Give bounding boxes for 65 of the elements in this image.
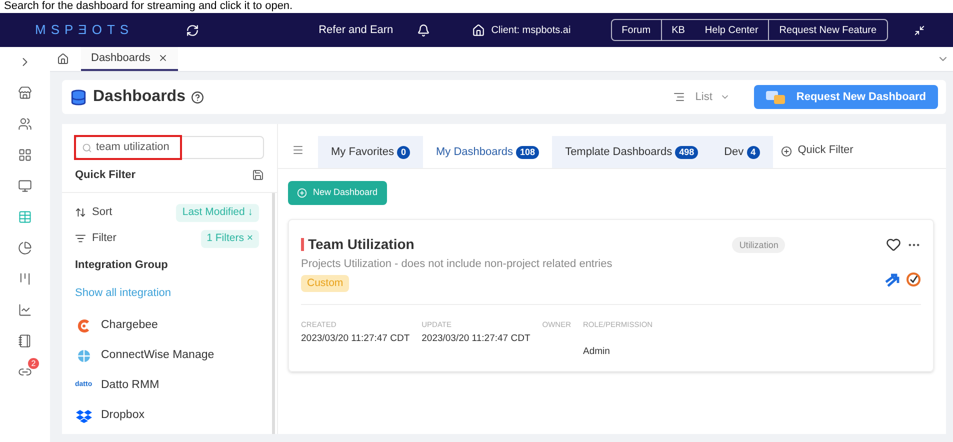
home-icon[interactable]	[57, 53, 69, 65]
chat-icon	[766, 90, 786, 104]
integration-item[interactable]: Datto RMM	[101, 376, 160, 394]
count-badge: 498	[675, 146, 698, 158]
refer-link[interactable]: Refer and Earn	[318, 22, 394, 38]
client-label[interactable]: Client: mspbots.ai	[491, 22, 571, 38]
pie-chart-icon[interactable]	[18, 241, 32, 255]
notification-badge: 2	[28, 358, 39, 369]
quick-filter-title: Quick Filter	[75, 168, 136, 183]
users-icon[interactable]	[18, 117, 32, 131]
header-link[interactable]: Forum	[612, 20, 662, 40]
monitor-icon[interactable]	[18, 179, 32, 193]
field-value: Admin	[583, 344, 610, 359]
count-badge: 108	[516, 146, 540, 158]
database-icon	[70, 88, 87, 106]
header-link[interactable]: KB	[662, 20, 695, 40]
count-badge: 4	[746, 146, 760, 158]
logo: MSPƎOTS	[35, 21, 134, 40]
line-chart-icon[interactable]	[18, 303, 32, 317]
double-arrow-icon	[885, 272, 900, 286]
caption: Search for the dashboard for streaming and click it to open.	[4, 0, 293, 13]
field-value: 2023/03/20 11:27:47 CDT	[422, 332, 530, 346]
globe-logo-icon	[77, 348, 91, 362]
filter-label: Filter	[92, 231, 116, 246]
header-link[interactable]: Help Center	[694, 20, 770, 40]
card-description: Projects Utilization - does not include non-project related entries	[301, 257, 612, 272]
chargebee-logo-icon	[77, 318, 91, 332]
integration-item[interactable]: Chargebee	[101, 316, 158, 334]
save-icon[interactable]	[252, 169, 264, 182]
sort-icon	[75, 207, 86, 218]
integration-item[interactable]: Dropbox	[101, 406, 144, 424]
filter-icon	[75, 233, 86, 244]
search-field[interactable]: team utilization	[75, 136, 264, 159]
search-icon	[82, 142, 92, 152]
integration-item[interactable]: ConnectWise Manage	[101, 346, 214, 364]
dropbox-logo-icon	[76, 408, 92, 422]
custom-badge: Custom	[301, 274, 350, 292]
dashboard-tab[interactable]: My Favorites 0	[318, 136, 423, 168]
dashboard-tab[interactable]: Template Dashboards 498	[552, 136, 712, 168]
view-dropdown[interactable]: List	[695, 88, 730, 106]
page-title: Dashboards	[93, 87, 186, 107]
dashboard-tab[interactable]: Dev 4	[711, 136, 773, 168]
count-badge: 0	[396, 146, 410, 158]
card-title: Team Utilization	[308, 235, 414, 254]
field-value: 2023/03/20 11:27:47 CDT	[301, 332, 410, 346]
add-icon	[297, 188, 307, 198]
store-icon[interactable]	[18, 86, 32, 100]
collapse-icon[interactable]	[914, 24, 925, 36]
page-tab[interactable]: Dashboards	[81, 47, 178, 71]
refresh-icon[interactable]	[186, 24, 199, 36]
grid-icon[interactable]	[18, 148, 32, 162]
sort-label: Sort	[92, 205, 112, 220]
bell-icon[interactable]	[417, 24, 430, 36]
header-link[interactable]: Request New Feature	[769, 20, 887, 40]
menu-icon[interactable]	[292, 144, 304, 156]
close-icon[interactable]	[158, 53, 168, 63]
list-icon	[673, 91, 686, 103]
notebook-icon[interactable]	[18, 334, 32, 348]
quick-filter-link[interactable]: Quick Filter	[798, 142, 854, 158]
group-title: Integration Group	[75, 258, 169, 272]
add-icon	[780, 146, 792, 157]
help-icon[interactable]	[191, 90, 204, 104]
category-tag: Utilization	[732, 236, 786, 252]
heart-icon[interactable]	[886, 237, 901, 252]
kanban-icon[interactable]	[18, 272, 32, 286]
